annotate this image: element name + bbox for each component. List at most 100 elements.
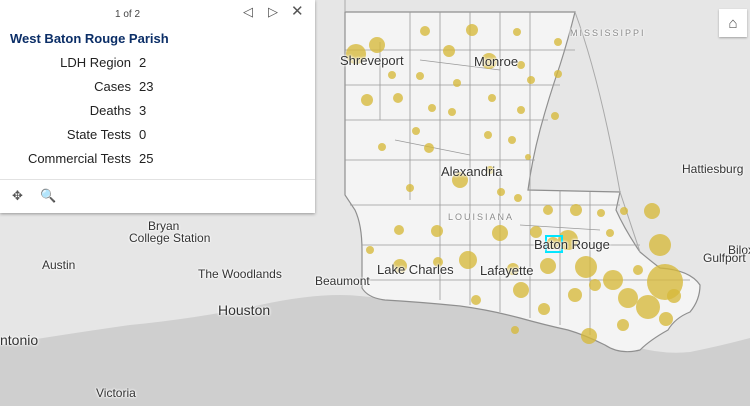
parish-case-bubble[interactable] [492,225,508,241]
parish-case-bubble[interactable] [554,70,562,78]
parish-case-bubble[interactable] [388,71,396,79]
parish-case-bubble[interactable] [527,76,535,84]
parish-case-bubble[interactable] [540,258,556,274]
parish-case-bubble[interactable] [459,251,477,269]
parish-case-bubble[interactable] [659,312,673,326]
attribute-value: 2 [139,55,147,70]
city-label-lafayette: Lafayette [480,263,534,278]
attribute-row: Cases 23 [6,78,153,102]
parish-case-bubble[interactable] [511,326,519,334]
attribute-row: Commercial Tests 25 [6,150,154,174]
parish-case-bubble[interactable] [420,26,430,36]
parish-case-bubble[interactable] [406,184,414,192]
next-feature-button[interactable]: ▷ [268,4,278,20]
parish-case-bubble[interactable] [581,328,597,344]
feature-popup: 1 of 2 ◁ ▷ ✕ West Baton Rouge Parish LDH… [0,0,315,213]
attribute-value: 0 [139,127,147,142]
triangle-left-icon: ◁ [243,4,253,19]
parish-case-bubble[interactable] [497,188,505,196]
city-label-beaumont: Beaumont [315,274,370,288]
state-label-mississippi: MISSISSIPPI [570,28,646,38]
parish-case-bubble[interactable] [644,203,660,219]
parish-case-bubble[interactable] [443,45,455,57]
city-label-shreveport: Shreveport [340,53,404,68]
previous-feature-button[interactable]: ◁ [243,4,253,20]
city-label-san-antonio: ntonio [0,332,39,348]
parish-case-bubble[interactable] [606,229,614,237]
parish-case-bubble[interactable] [428,104,436,112]
parish-case-bubble[interactable] [617,319,629,331]
parish-case-bubble[interactable] [618,288,638,308]
parish-case-bubble[interactable] [525,154,531,160]
parish-case-bubble[interactable] [412,127,420,135]
zoom-to-icon: 🔍 [40,188,57,203]
parish-case-bubble[interactable] [551,112,559,120]
parish-case-bubble[interactable] [416,72,424,80]
home-button[interactable]: ⌂ [719,9,747,37]
move-icon: ✥ [12,188,23,203]
parish-case-bubble[interactable] [484,131,492,139]
triangle-right-icon: ▷ [268,4,278,19]
attribute-label: Cases [94,79,131,94]
city-label-austin: Austin [42,258,76,272]
city-label-houston: Houston [218,302,271,318]
parish-case-bubble[interactable] [570,204,582,216]
parish-case-bubble[interactable] [597,209,605,217]
city-label-hattiesburg: Hattiesburg [682,162,744,176]
parish-case-bubble[interactable] [589,279,601,291]
parish-case-bubble[interactable] [488,94,496,102]
attribute-row: Deaths 3 [6,102,153,126]
parish-case-bubble[interactable] [471,295,481,305]
city-label-alexandria: Alexandria [441,164,503,179]
attribute-row: State Tests 0 [6,126,153,150]
city-label-victoria: Victoria [96,386,136,400]
parish-case-bubble[interactable] [369,37,385,53]
parish-case-bubble[interactable] [517,61,525,69]
popup-divider [0,179,315,180]
parish-case-bubble[interactable] [633,265,643,275]
parish-case-bubble[interactable] [620,207,628,215]
attribute-value: 23 [139,79,154,94]
parish-case-bubble[interactable] [538,303,550,315]
parish-case-bubble[interactable] [453,79,461,87]
parish-case-bubble[interactable] [543,205,553,215]
home-icon: ⌂ [728,14,738,32]
parish-case-bubble[interactable] [514,194,522,202]
city-label-the-woodlands: The Woodlands [198,267,282,281]
pan-to-button[interactable]: ✥ [12,188,23,204]
parish-case-bubble[interactable] [424,143,434,153]
parish-case-bubble[interactable] [667,289,681,303]
parish-case-bubble[interactable] [513,28,521,36]
attribute-label: Deaths [89,103,131,118]
city-label-gulfport: Gulfport [703,251,746,265]
parish-case-bubble[interactable] [554,38,562,46]
parish-case-bubble[interactable] [508,136,516,144]
attribute-row: LDH Region 2 [6,54,153,78]
parish-case-bubble[interactable] [394,225,404,235]
attribute-label: LDH Region [60,55,131,70]
attribute-value: 3 [139,103,147,118]
parish-case-bubble[interactable] [517,106,525,114]
city-label-lake-charles: Lake Charles [377,262,454,277]
parish-case-bubble[interactable] [649,234,671,256]
parish-case-bubble[interactable] [361,94,373,106]
parish-case-bubble[interactable] [636,295,660,319]
parish-case-bubble[interactable] [366,246,374,254]
city-label-baton-rouge: Baton Rouge [534,237,610,252]
state-label-louisiana: LOUISIANA [448,212,515,222]
parish-case-bubble[interactable] [378,143,386,151]
parish-case-bubble[interactable] [448,108,456,116]
parish-case-bubble[interactable] [568,288,582,302]
parish-case-bubble[interactable] [431,225,443,237]
attribute-label: Commercial Tests [27,151,131,166]
popup-pager: 1 of 2 [115,9,141,20]
close-icon: ✕ [291,3,304,20]
parish-case-bubble[interactable] [575,256,597,278]
parish-case-bubble[interactable] [603,270,623,290]
zoom-to-button[interactable]: 🔍 [40,188,56,204]
close-popup-button[interactable]: ✕ [291,2,304,20]
parish-case-bubble[interactable] [513,282,529,298]
city-label-monroe: Monroe [474,54,519,69]
parish-case-bubble[interactable] [393,93,403,103]
parish-case-bubble[interactable] [466,24,478,36]
